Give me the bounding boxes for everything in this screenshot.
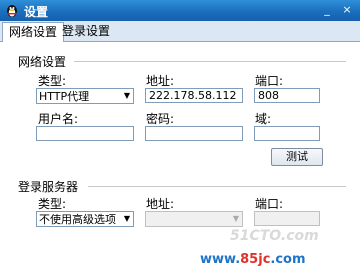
network-divider: [74, 61, 346, 62]
network-port-input[interactable]: 808: [254, 88, 320, 103]
network-port-value: 808: [258, 89, 279, 102]
network-type-select[interactable]: HTTP代理 ▼: [36, 88, 134, 104]
watermark-85jc: www.85jc.com: [200, 252, 306, 267]
network-type-value: HTTP代理: [39, 90, 90, 103]
qq-penguin-icon: [4, 2, 20, 18]
watermark-brand: 85jc: [240, 252, 271, 267]
network-address-input[interactable]: 222.178.58.112: [145, 88, 243, 103]
close-button[interactable]: ×: [338, 2, 356, 18]
dropdown-arrow-icon: ▼: [123, 214, 130, 223]
tab-login-settings[interactable]: 登录设置: [56, 22, 116, 41]
network-type-label: 类型:: [38, 74, 67, 88]
domain-label: 域:: [255, 112, 272, 126]
login-address-label: 地址:: [146, 197, 175, 211]
network-section-title: 网络设置: [18, 55, 67, 69]
login-address-select[interactable]: ▼: [145, 211, 243, 227]
domain-input[interactable]: [254, 126, 320, 141]
network-address-value: 222.178.58.112: [149, 89, 237, 102]
login-server-divider: [88, 186, 346, 187]
login-port-input[interactable]: [254, 211, 320, 226]
login-type-label: 类型:: [38, 197, 67, 211]
dropdown-arrow-icon: ▼: [232, 214, 239, 223]
watermark-suffix: .com: [270, 252, 306, 267]
title-bar: [0, 0, 360, 21]
minimize-button[interactable]: _: [318, 2, 336, 18]
username-label: 用户名:: [38, 112, 79, 126]
password-label: 密码:: [146, 112, 175, 126]
dropdown-arrow-icon: ▼: [123, 91, 130, 100]
password-input[interactable]: [145, 126, 243, 141]
network-port-label: 端口:: [255, 74, 284, 88]
watermark-51cto: 51CTO.com: [230, 228, 319, 244]
watermark-prefix: www.: [200, 252, 241, 267]
network-address-label: 地址:: [146, 74, 175, 88]
tab-network-settings[interactable]: 网络设置: [2, 22, 65, 43]
test-button[interactable]: 测试: [271, 148, 323, 166]
login-type-value: 不使用高级选项: [39, 213, 116, 226]
username-input[interactable]: [36, 126, 134, 141]
login-port-label: 端口:: [255, 197, 284, 211]
login-type-select[interactable]: 不使用高级选项 ▼: [36, 211, 134, 227]
login-server-section-title: 登录服务器: [18, 180, 79, 194]
window-title: 设置: [24, 5, 49, 19]
